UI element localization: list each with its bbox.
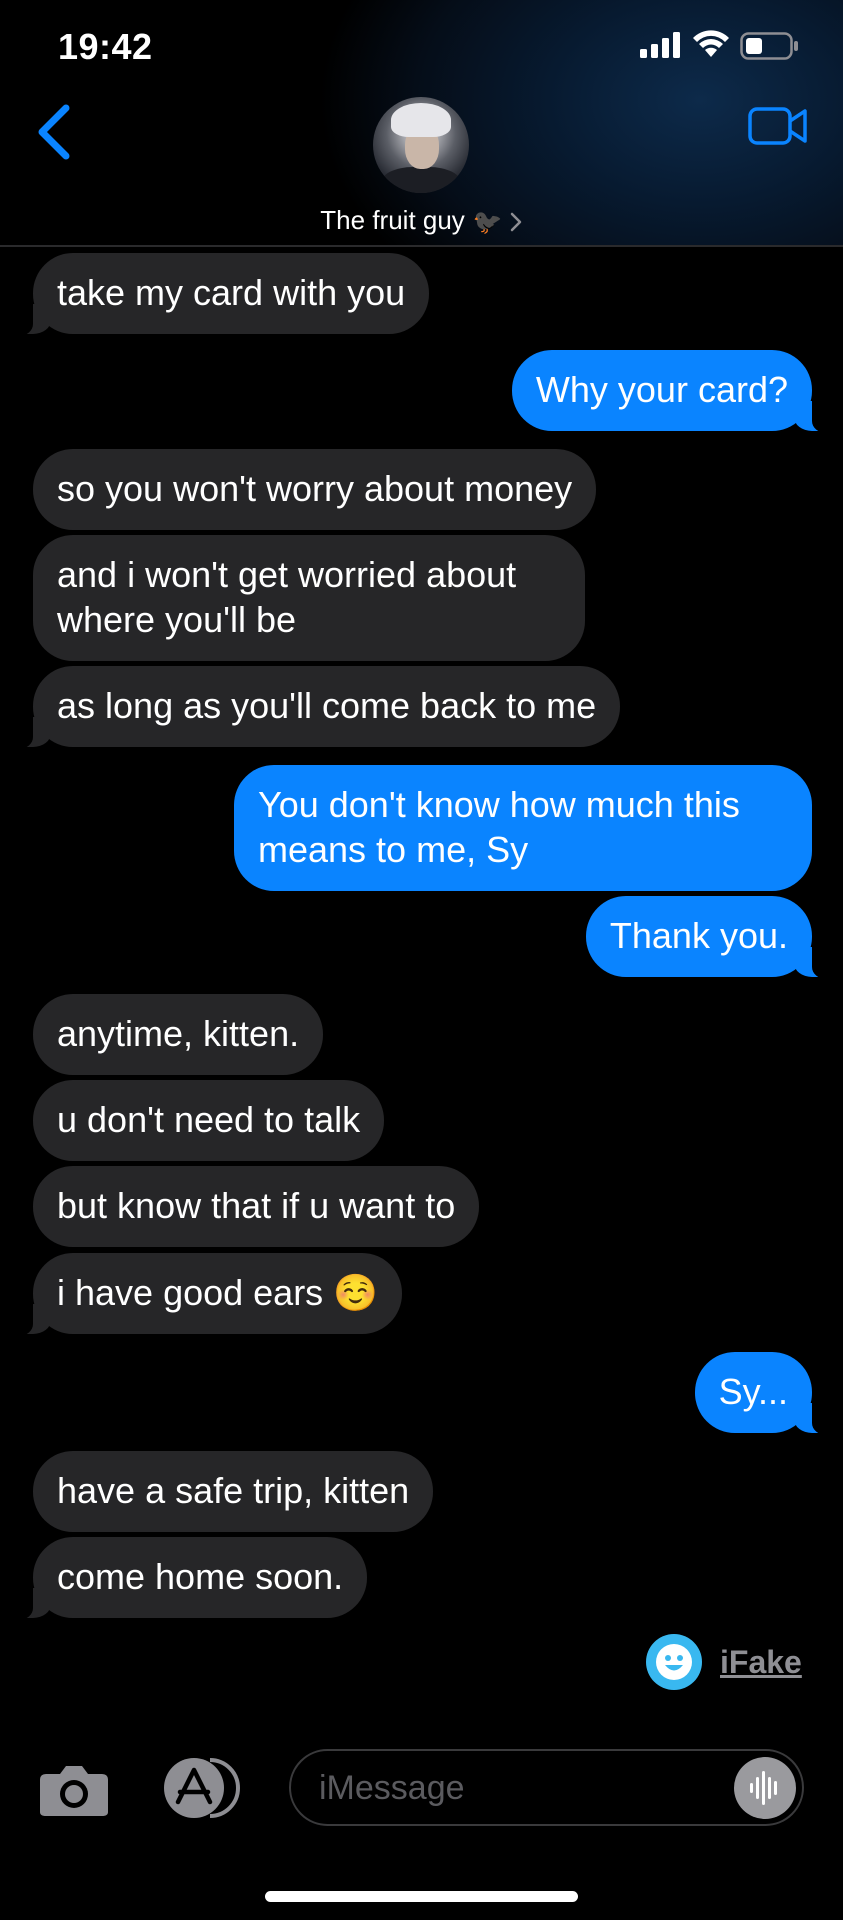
status-time: 19:42 bbox=[58, 26, 153, 67]
message-text: come home soon. bbox=[57, 1556, 344, 1597]
message-bubble-incoming[interactable]: have a safe trip, kitten bbox=[33, 1451, 434, 1532]
ifake-watermark[interactable]: iFake bbox=[720, 1644, 802, 1681]
messages-screen: 19:42 The bbox=[0, 0, 843, 1920]
battery-icon bbox=[740, 32, 798, 60]
back-chevron-icon[interactable] bbox=[34, 104, 74, 160]
home-indicator[interactable] bbox=[265, 1891, 578, 1902]
message-text: anytime, kitten. bbox=[57, 1013, 300, 1054]
blackbird-emoji: 🐦‍⬛ bbox=[472, 208, 503, 236]
wifi-icon bbox=[693, 30, 729, 57]
message-text: Why your card? bbox=[535, 369, 788, 410]
message-bubble-outgoing[interactable]: You don't know how much this means to me… bbox=[234, 765, 812, 891]
message-bubble-incoming[interactable]: take my card with you bbox=[6, 253, 430, 336]
facetime-video-icon[interactable] bbox=[748, 106, 808, 146]
avatar-hair bbox=[391, 103, 451, 137]
message-text: u don't need to talk bbox=[57, 1099, 361, 1140]
contact-name-row[interactable]: The fruit guy 🐦‍⬛ bbox=[0, 205, 843, 237]
smiley-face-icon bbox=[656, 1644, 692, 1680]
message-bubble-outgoing[interactable]: Sy... bbox=[694, 1352, 839, 1435]
audio-message-button[interactable] bbox=[734, 1757, 796, 1819]
message-text: take my card with you bbox=[57, 272, 406, 313]
cellular-signal-icon bbox=[640, 32, 680, 58]
conversation-header: 19:42 The bbox=[0, 0, 843, 247]
imessage-placeholder: iMessage bbox=[319, 1769, 465, 1807]
message-text: so you won't worry about money bbox=[57, 468, 573, 509]
avatar-body bbox=[381, 167, 461, 193]
message-text: have a safe trip, kitten bbox=[57, 1470, 410, 1511]
message-text: i have good ears ☺️ bbox=[57, 1272, 379, 1313]
message-text: You don't know how much this means to me… bbox=[258, 784, 740, 870]
ifake-logo-icon bbox=[646, 1634, 702, 1690]
message-bubble-incoming[interactable]: as long as you'll come back to me bbox=[6, 666, 621, 749]
imessage-input[interactable]: iMessage bbox=[289, 1749, 804, 1826]
message-bubble-incoming[interactable]: anytime, kitten. bbox=[33, 994, 324, 1075]
waveform-icon bbox=[750, 1771, 777, 1805]
message-text: as long as you'll come back to me bbox=[57, 685, 597, 726]
message-text: Sy... bbox=[718, 1371, 788, 1412]
message-bubble-incoming[interactable]: but know that if u want to bbox=[33, 1166, 480, 1247]
message-text: but know that if u want to bbox=[57, 1185, 456, 1226]
chevron-right-icon bbox=[510, 212, 521, 232]
contact-name: The fruit guy bbox=[320, 205, 465, 235]
message-bubble-incoming[interactable]: so you won't worry about money bbox=[33, 449, 597, 530]
camera-icon[interactable] bbox=[38, 1762, 110, 1818]
message-bubble-outgoing[interactable]: Why your card? bbox=[511, 350, 839, 433]
message-bubble-incoming[interactable]: u don't need to talk bbox=[33, 1080, 385, 1161]
app-store-icon[interactable] bbox=[158, 1756, 244, 1820]
message-text: Thank you. bbox=[609, 915, 788, 956]
message-text: and i won't get worried about where you'… bbox=[57, 554, 517, 640]
contact-avatar[interactable] bbox=[373, 97, 469, 193]
message-bubble-incoming[interactable]: i have good ears ☺️ bbox=[6, 1253, 403, 1336]
message-bubble-incoming[interactable]: and i won't get worried about where you'… bbox=[33, 535, 585, 661]
message-bubble-incoming[interactable]: come home soon. bbox=[6, 1537, 368, 1620]
message-bubble-outgoing[interactable]: Thank you. bbox=[585, 896, 839, 979]
